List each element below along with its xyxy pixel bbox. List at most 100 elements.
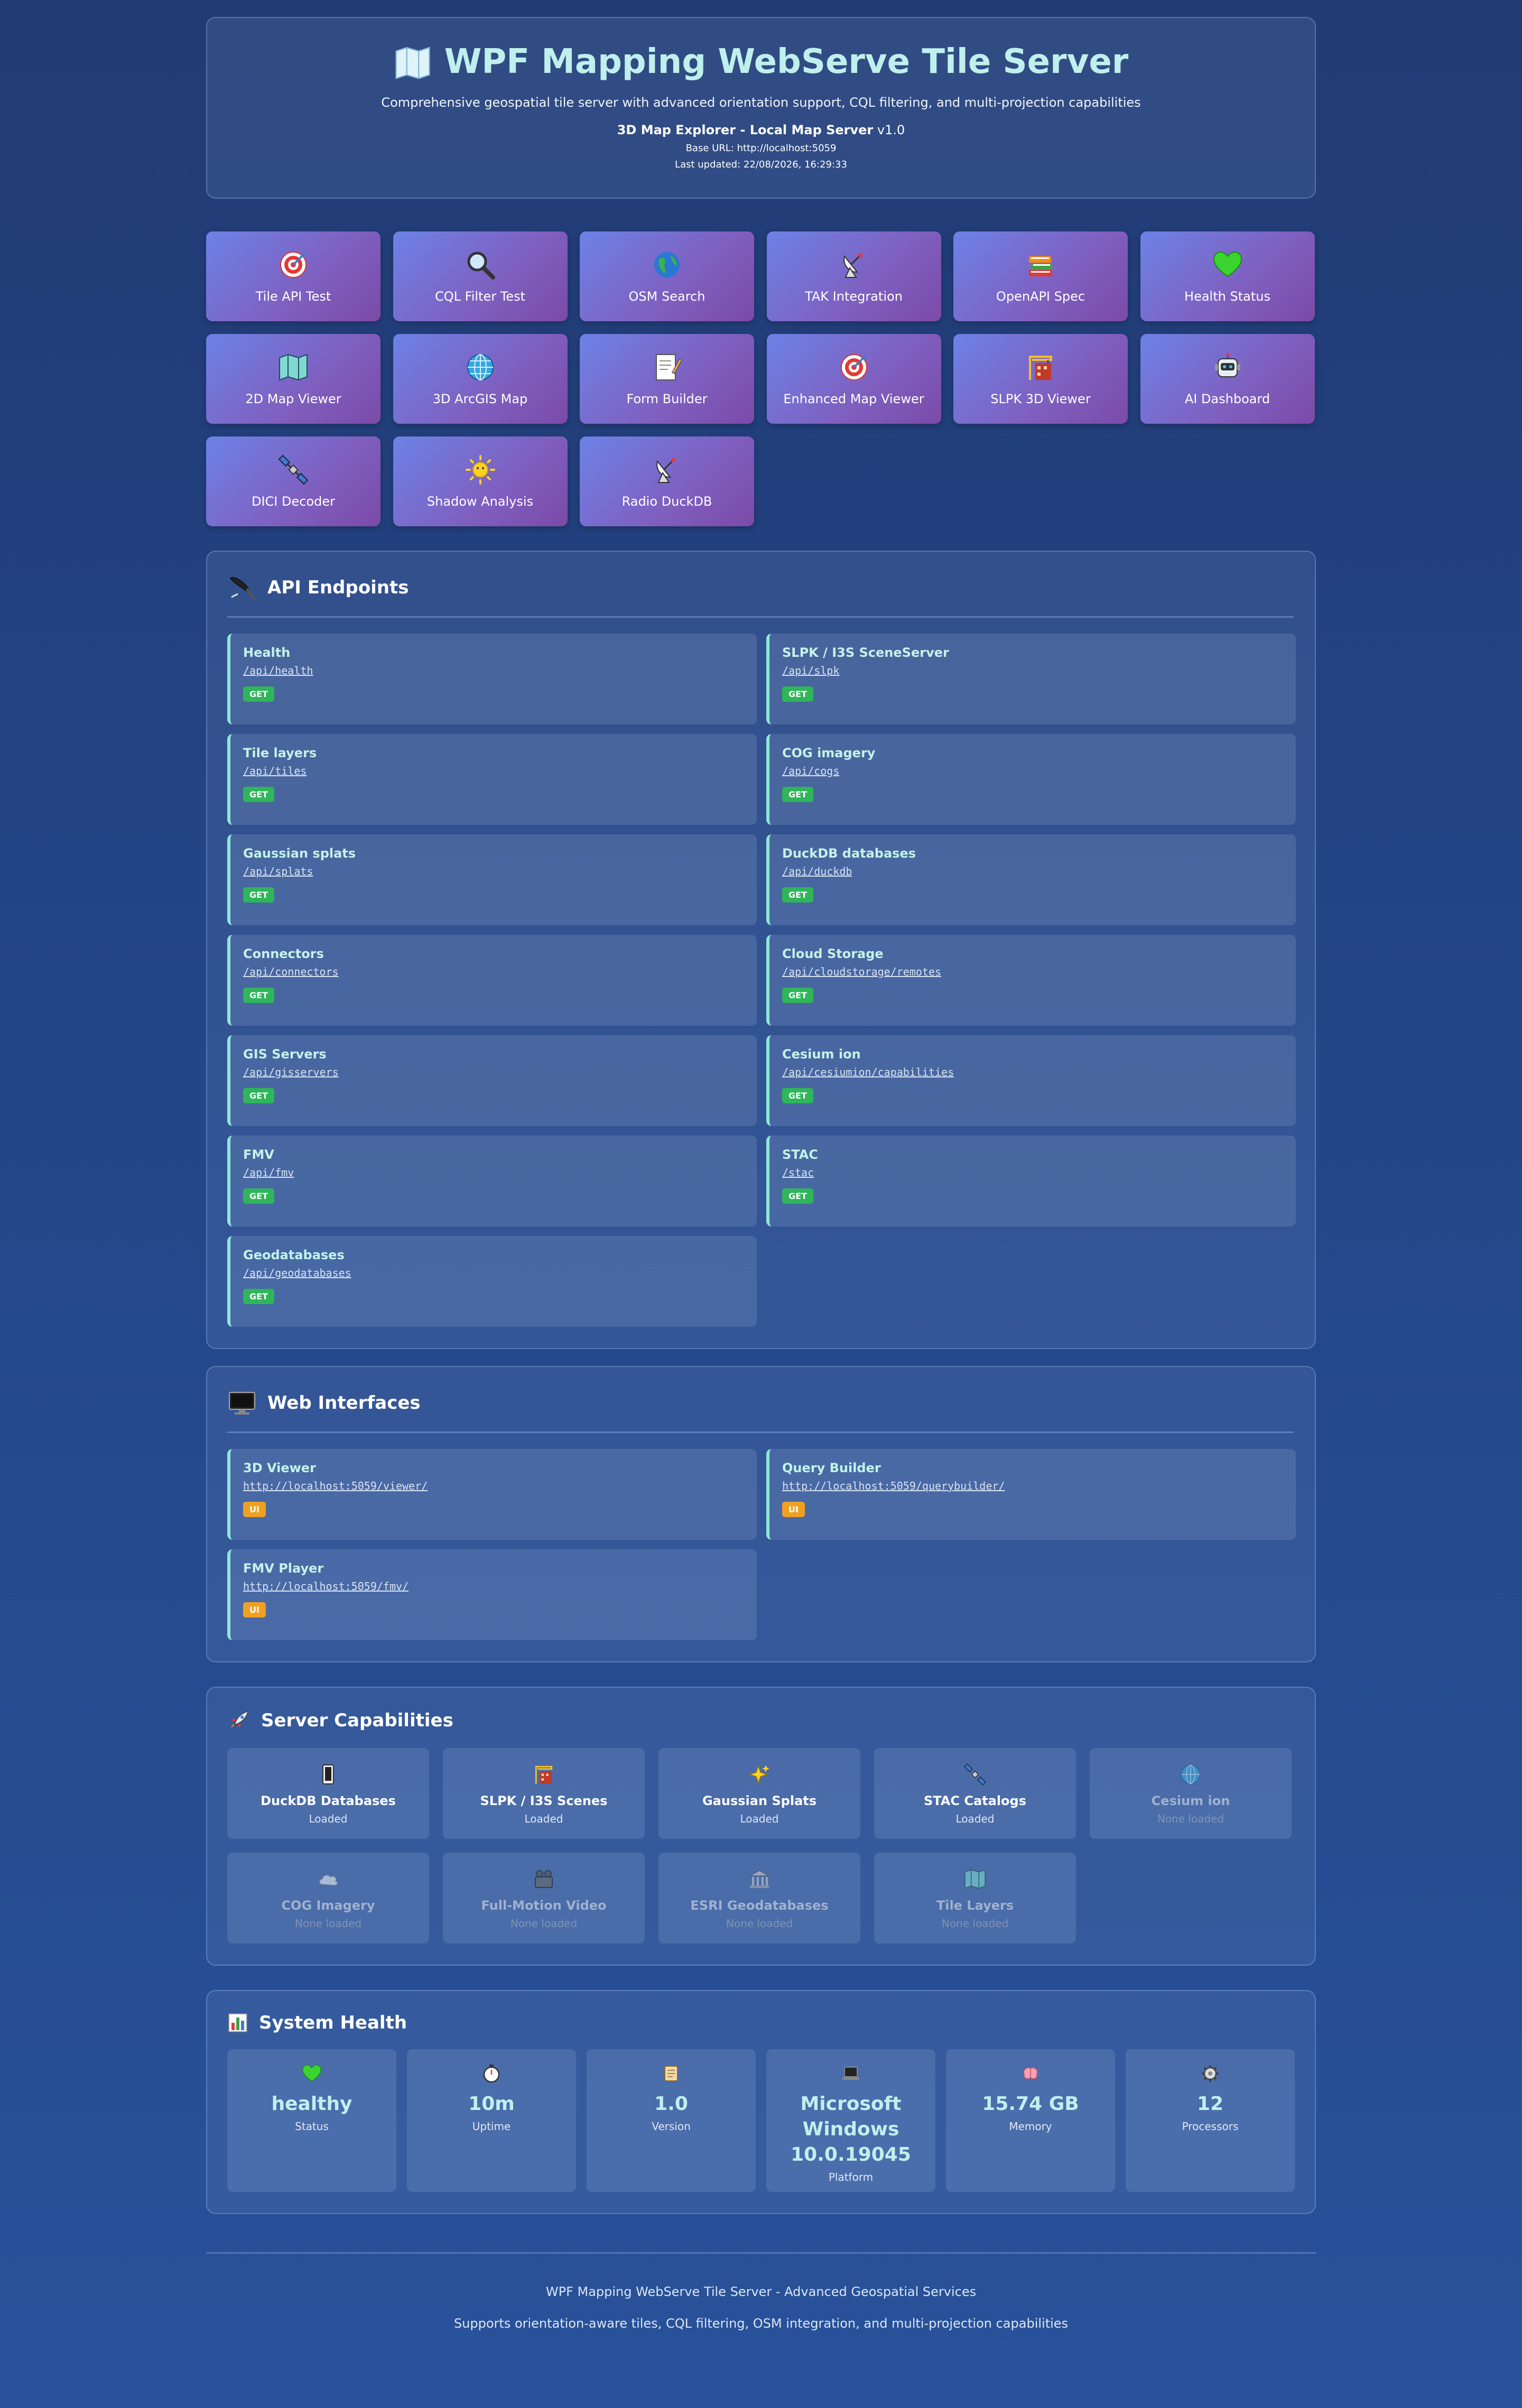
section-title: Web Interfaces <box>267 1392 421 1414</box>
app-name-line: 3D Map Explorer - Local Map Server v1.0 <box>207 123 1315 137</box>
endpoint-path-link[interactable]: /api/slpk <box>782 664 1283 677</box>
endpoint-card[interactable]: FMV/api/fmv GET <box>227 1136 757 1226</box>
endpoint-path-link[interactable]: /api/connectors <box>243 965 744 978</box>
magnifier-icon <box>467 252 495 280</box>
capability-status: None loaded <box>726 1917 793 1930</box>
endpoint-path-link[interactable]: /api/gisservers <box>243 1066 744 1079</box>
capability-grid: DuckDB Databases Loaded SLPK / I3S Scene… <box>227 1748 1294 1944</box>
capability-status: Loaded <box>309 1812 348 1825</box>
web-interface-name: 3D Viewer <box>243 1461 316 1475</box>
server-capabilities-section: Server Capabilities DuckDB Databases Loa… <box>206 1687 1316 1966</box>
web-interface-url-link[interactable]: http://localhost:5059/viewer/ <box>243 1480 744 1492</box>
base-url: Base URL: http://localhost:5059 <box>685 143 837 154</box>
nav-tile-tak-integration[interactable]: TAK Integration <box>766 231 941 321</box>
endpoint-path-link[interactable]: /api/fmv <box>243 1166 744 1179</box>
nav-tile-3d-arcgis-map[interactable]: 3D ArcGIS Map <box>393 334 568 424</box>
app-version: v1.0 <box>873 123 905 137</box>
endpoint-name: SLPK / I3S SceneServer <box>782 645 949 660</box>
nav-tile-label: AI Dashboard <box>1184 392 1270 406</box>
web-interface-url-link[interactable]: http://localhost:5059/querybuilder/ <box>782 1480 1283 1492</box>
method-badge: GET <box>782 988 813 1003</box>
nav-tile-shadow-analysis[interactable]: Shadow Analysis <box>393 436 568 526</box>
endpoint-path-link[interactable]: /api/splats <box>243 865 744 878</box>
capability-name: Cesium ion <box>1151 1793 1230 1808</box>
web-interface-url-link[interactable]: http://localhost:5059/fmv/ <box>243 1580 744 1593</box>
endpoint-name: GIS Servers <box>243 1047 327 1062</box>
endpoint-card[interactable]: DuckDB databases/api/duckdb GET <box>766 834 1296 925</box>
api-endpoints-section: API Endpoints Health/api/health GET SLPK … <box>206 551 1316 1349</box>
health-card-memory: 15.74 GB Memory <box>946 2049 1115 2192</box>
capability-status: Loaded <box>524 1812 563 1825</box>
endpoint-name: DuckDB databases <box>782 846 916 861</box>
nav-tile-2d-map-viewer[interactable]: 2D Map Viewer <box>206 334 380 424</box>
endpoint-card[interactable]: STAC/stac GET <box>766 1136 1296 1226</box>
nav-tile-label: Shadow Analysis <box>426 494 534 509</box>
nav-tile-label: CQL Filter Test <box>435 289 525 304</box>
web-interface-name: FMV Player <box>243 1561 324 1576</box>
endpoint-path-link[interactable]: /api/health <box>243 664 744 677</box>
endpoint-card[interactable]: Cloud Storage/api/cloudstorage/remotes GE… <box>766 935 1296 1026</box>
endpoint-card[interactable]: Gaussian splats/api/splats GET <box>227 834 757 925</box>
nav-tile-radio-duckdb[interactable]: Radio DuckDB <box>580 436 754 526</box>
endpoint-card[interactable]: SLPK / I3S SceneServer/api/slpk GET <box>766 634 1296 724</box>
nav-tile-health-status[interactable]: Health Status <box>1140 231 1315 321</box>
endpoint-card[interactable]: Health/api/health GET <box>227 634 757 724</box>
endpoint-path-link[interactable]: /api/geodatabases <box>243 1267 744 1279</box>
health-value: 1.0 <box>654 2093 688 2115</box>
endpoint-path-link[interactable]: /stac <box>782 1166 1283 1179</box>
nav-tile-cql-filter-test[interactable]: CQL Filter Test <box>393 231 568 321</box>
books-icon <box>1029 256 1052 276</box>
database-icon <box>322 1764 334 1784</box>
method-badge: GET <box>782 887 813 903</box>
endpoint-path-link[interactable]: /api/cesiumion/capabilities <box>782 1066 1283 1079</box>
endpoint-card[interactable]: Connectors/api/connectors GET <box>227 935 757 1026</box>
map-icon <box>279 354 308 381</box>
capability-card: ESRI Geodatabases None loaded <box>658 1853 860 1944</box>
endpoint-path-link[interactable]: /api/cloudstorage/remotes <box>782 965 1283 978</box>
nav-tile-slpk-3d-viewer[interactable]: SLPK 3D Viewer <box>953 334 1128 424</box>
nav-tile-osm-search[interactable]: OSM Search <box>580 231 754 321</box>
nav-tile-enhanced-map-viewer[interactable]: Enhanced Map Viewer <box>766 334 941 424</box>
endpoint-path-link[interactable]: /api/tiles <box>243 765 744 777</box>
nav-tile-openapi-spec[interactable]: OpenAPI Spec <box>953 231 1128 321</box>
health-label: Version <box>652 2120 691 2133</box>
web-interface-card[interactable]: 3D Viewer http://localhost:5059/viewer/UI <box>227 1449 757 1540</box>
endpoint-card[interactable]: GIS Servers/api/gisservers GET <box>227 1035 757 1126</box>
capability-card: STAC Catalogs Loaded <box>874 1748 1076 1839</box>
robot-icon <box>1214 353 1240 377</box>
nav-tile-label: Form Builder <box>626 392 708 406</box>
web-interface-card[interactable]: Query Builder http://localhost:5059/query… <box>766 1449 1296 1540</box>
endpoint-card[interactable]: COG imagery/api/cogs GET <box>766 734 1296 825</box>
method-badge: GET <box>782 1188 813 1204</box>
nav-tile-ai-dashboard[interactable]: AI Dashboard <box>1140 334 1315 424</box>
endpoint-card[interactable]: Cesium ion/api/cesiumion/capabilities GET <box>766 1035 1296 1126</box>
method-badge: GET <box>782 686 813 702</box>
health-value: 12 <box>1196 2093 1224 2115</box>
capability-name: Gaussian Splats <box>702 1793 817 1808</box>
endpoint-path-link[interactable]: /api/cogs <box>782 765 1283 777</box>
endpoint-card[interactable]: Tile layers/api/tiles GET <box>227 734 757 825</box>
web-interface-card[interactable]: FMV Player http://localhost:5059/fmv/UI <box>227 1549 757 1640</box>
nav-tile-label: Enhanced Map Viewer <box>783 392 924 406</box>
capability-card: Full-Motion Video None loaded <box>443 1853 645 1944</box>
endpoint-path-link[interactable]: /api/duckdb <box>782 865 1283 878</box>
nav-tile-label: DICI Decoder <box>251 494 335 509</box>
nav-tile-tile-api-test[interactable]: Tile API Test <box>206 231 380 321</box>
nav-tile-label: 3D ArcGIS Map <box>432 392 528 406</box>
page-title: WPF Mapping WebServe Tile Server <box>207 42 1315 81</box>
endpoint-card[interactable]: Geodatabases/api/geodatabases GET <box>227 1236 757 1327</box>
satellite-dish-icon <box>656 458 675 483</box>
memo-icon <box>656 354 683 380</box>
capability-card: Cesium ion None loaded <box>1090 1748 1292 1839</box>
nav-tile-label: SLPK 3D Viewer <box>990 392 1091 406</box>
nav-tile-dici-decoder[interactable]: DICI Decoder <box>206 436 380 526</box>
last-updated: Last updated: 22/08/2026, 16:29:33 <box>675 159 847 170</box>
map-icon <box>395 47 430 80</box>
monitor-icon <box>229 1392 255 1415</box>
endpoint-name: Connectors <box>243 946 324 961</box>
capability-name: Tile Layers <box>936 1898 1014 1913</box>
nav-tile-form-builder[interactable]: Form Builder <box>580 334 754 424</box>
app-name: 3D Map Explorer - Local Map Server <box>617 123 874 137</box>
health-card-processors: 12 Processors <box>1126 2049 1295 2192</box>
endpoint-name: Cloud Storage <box>782 946 884 961</box>
